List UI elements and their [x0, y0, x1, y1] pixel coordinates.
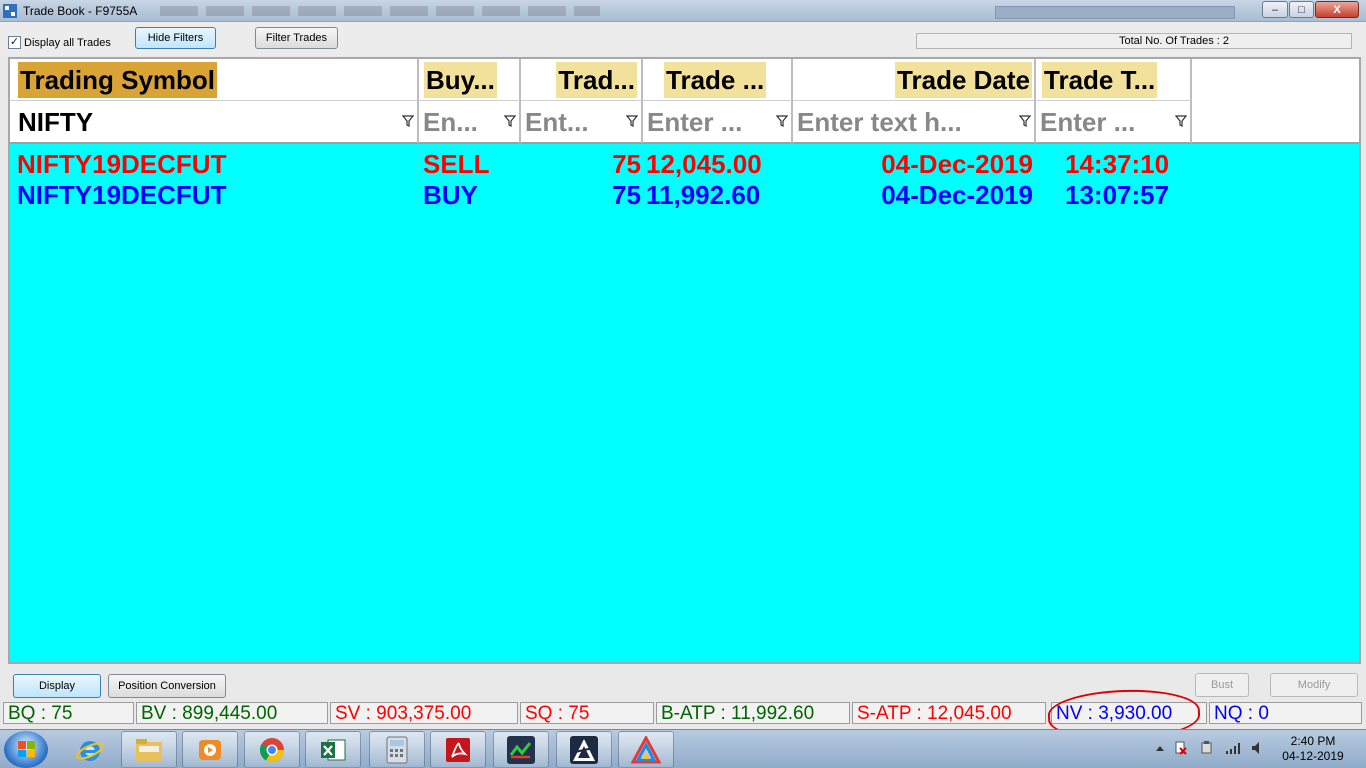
column-header-label: Trade T... [1042, 62, 1158, 98]
media-player-icon[interactable] [182, 731, 238, 768]
title-background-blur [160, 6, 600, 16]
cell-date: 04-Dec-2019 [881, 180, 1033, 210]
file-explorer-icon[interactable] [121, 731, 177, 768]
title-background-field [995, 6, 1235, 19]
cell-qty: 75 [612, 180, 641, 210]
trading-app-icon[interactable] [493, 731, 549, 768]
column-header-label: Trade Date [895, 62, 1032, 98]
title-bar: Trade Book - F9755A – □ X [0, 0, 1366, 22]
clock-time: 2:40 PM [1290, 734, 1336, 748]
filter-input-trade-time[interactable]: Enter ... [1040, 105, 1135, 139]
close-button[interactable]: X [1315, 1, 1359, 18]
internet-explorer-icon[interactable] [62, 731, 118, 768]
filter-trades-button[interactable]: Filter Trades [255, 27, 338, 49]
chart-app-icon[interactable] [618, 731, 674, 768]
clock-date: 04-12-2019 [1282, 749, 1344, 763]
filter-funnel-icon[interactable] [1019, 115, 1031, 127]
checkbox-label: Display all Trades [24, 36, 111, 49]
checkbox-box[interactable]: ✓ [8, 36, 21, 49]
filter-funnel-icon[interactable] [626, 115, 638, 127]
windows-flag-icon [18, 741, 35, 757]
table-row[interactable]: NIFTY19DECFUT SELL 75 12,045.00 04-Dec-2… [10, 149, 1359, 180]
cell-price: 12,045.00 [646, 149, 762, 179]
cell-qty: 75 [612, 149, 641, 179]
display-all-trades-checkbox[interactable]: ✓ Display all Trades [8, 36, 111, 49]
display-button[interactable]: Display [13, 674, 101, 698]
trade-grid[interactable]: Trading Symbol Buy... Trad... Trade ... … [8, 57, 1361, 664]
filter-cell-symbol[interactable]: NIFTY [10, 101, 419, 143]
filter-cell-buy-sell[interactable]: En... [419, 101, 521, 143]
grid-filter-row: NIFTY En... Ent... Enter ... Enter text … [10, 101, 1359, 144]
filter-cell-trade-date[interactable]: Enter text h... [793, 101, 1036, 143]
column-header-trade-qty[interactable]: Trad... [521, 59, 643, 101]
filter-input-trade-qty[interactable]: Ent... [525, 105, 589, 139]
filter-input-symbol[interactable]: NIFTY [18, 105, 93, 139]
cell-time: 13:07:57 [1065, 180, 1170, 210]
table-row[interactable]: NIFTY19DECFUT BUY 75 11,992.60 04-Dec-20… [10, 180, 1359, 211]
minimize-button[interactable]: – [1262, 1, 1288, 18]
total-trades-display: Total No. Of Trades : 2 [916, 33, 1352, 49]
column-header-buy-sell[interactable]: Buy... [419, 59, 521, 101]
status-bv: BV : 899,445.00 [136, 702, 328, 724]
status-b-atp: B-ATP : 11,992.60 [656, 702, 850, 724]
filter-input-buy-sell[interactable]: En... [423, 105, 478, 139]
pdf-reader-icon[interactable] [430, 731, 486, 768]
cell-price: 11,992.60 [646, 180, 761, 210]
column-header-label: Trade ... [664, 62, 767, 98]
hide-filters-button[interactable]: Hide Filters [135, 27, 216, 49]
column-header-label: Trading Symbol [18, 62, 218, 98]
modify-button[interactable]: Modify [1270, 673, 1358, 697]
system-tray [1150, 740, 1270, 759]
window-title: Trade Book - F9755A [23, 4, 138, 18]
filter-funnel-icon[interactable] [776, 115, 788, 127]
cell-side: BUY [423, 180, 478, 210]
column-header-symbol[interactable]: Trading Symbol [10, 59, 419, 101]
position-conversion-button[interactable]: Position Conversion [108, 674, 226, 698]
column-header-trade-date[interactable]: Trade Date [793, 59, 1036, 101]
column-header-label: Buy... [424, 62, 497, 98]
filter-cell-trade-time[interactable]: Enter ... [1036, 101, 1192, 143]
status-bq: BQ : 75 [3, 702, 134, 724]
filter-input-trade-date[interactable]: Enter text h... [797, 105, 962, 139]
taskbar: 2:40 PM 04-12-2019 [0, 729, 1366, 768]
cell-symbol: NIFTY19DECFUT [17, 149, 227, 179]
status-sv: SV : 903,375.00 [330, 702, 518, 724]
calculator-icon[interactable] [369, 731, 425, 768]
column-header-trade-time[interactable]: Trade T... [1036, 59, 1192, 101]
cell-symbol: NIFTY19DECFUT [17, 180, 227, 210]
filter-funnel-icon[interactable] [402, 115, 414, 127]
excel-icon[interactable] [305, 731, 361, 768]
filter-cell-trade-qty[interactable]: Ent... [521, 101, 643, 143]
column-header-trade-price[interactable]: Trade ... [643, 59, 793, 101]
start-orb-icon[interactable] [4, 731, 48, 768]
cell-time: 14:37:10 [1065, 149, 1170, 179]
filter-cell-trade-price[interactable]: Enter ... [643, 101, 793, 143]
filter-funnel-icon[interactable] [504, 115, 516, 127]
grid-header-row: Trading Symbol Buy... Trad... Trade ... … [10, 59, 1359, 101]
cell-date: 04-Dec-2019 [881, 149, 1033, 179]
app-icon [3, 4, 17, 18]
column-header-label: Trad... [556, 62, 637, 98]
maximize-button[interactable]: □ [1289, 1, 1314, 18]
system-tray-icons[interactable] [1150, 740, 1270, 756]
trading-terminal-icon[interactable] [556, 731, 612, 768]
status-s-atp: S-ATP : 12,045.00 [852, 702, 1046, 724]
taskbar-clock[interactable]: 2:40 PM 04-12-2019 [1280, 734, 1346, 764]
cell-side: SELL [423, 149, 490, 179]
total-trades-text: Total No. Of Trades : 2 [1118, 35, 1230, 47]
filter-funnel-icon[interactable] [1175, 115, 1187, 127]
status-sq: SQ : 75 [520, 702, 654, 724]
filter-input-trade-price[interactable]: Enter ... [647, 105, 742, 139]
status-nq: NQ : 0 [1209, 702, 1362, 724]
toolbar: ✓ Display all Trades Hide Filters Filter… [0, 22, 1366, 56]
bust-button[interactable]: Bust [1195, 673, 1249, 697]
chrome-icon[interactable] [244, 731, 300, 768]
